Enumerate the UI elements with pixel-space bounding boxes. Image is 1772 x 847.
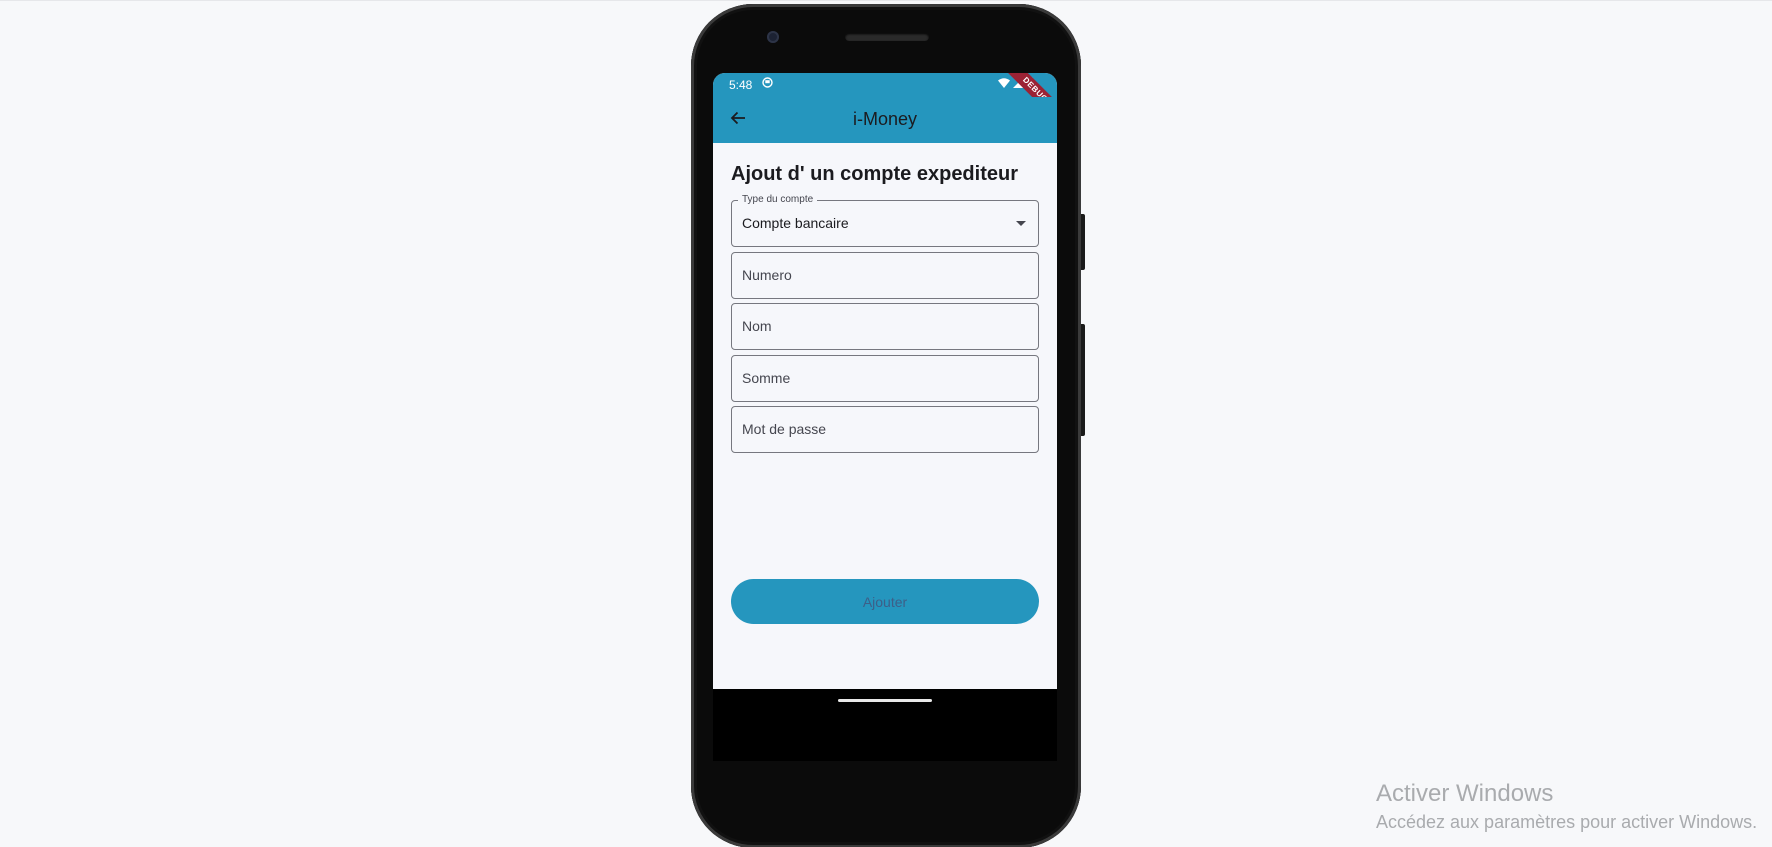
phone-screen: 5:48 DEBUG i-Money Ajout d' un compte ex…	[713, 73, 1057, 761]
account-type-label: Type du compte	[738, 194, 818, 205]
password-placeholder: Mot de passe	[742, 421, 827, 437]
somme-placeholder: Somme	[742, 370, 791, 386]
wifi-icon	[998, 77, 1010, 91]
status-bar: 5:48 DEBUG	[713, 73, 1057, 131]
page-title: Ajout d' un compte expediteur	[731, 163, 1018, 185]
account-type-dropdown[interactable]: Type du compte Compte bancaire	[731, 194, 1039, 247]
app-bar: i-Money	[713, 97, 1057, 143]
desktop-background: 5:48 DEBUG i-Money Ajout d' un compte ex…	[0, 0, 1772, 847]
watermark-title: Activer Windows	[1376, 780, 1554, 807]
nom-placeholder: Nom	[742, 318, 772, 334]
password-field[interactable]: Mot de passe	[731, 406, 1039, 453]
numero-placeholder: Numero	[742, 267, 792, 283]
add-button[interactable]: Ajouter	[731, 579, 1039, 624]
app-title: i-Money	[852, 109, 918, 129]
home-indicator[interactable]	[838, 699, 932, 702]
windows-activation-watermark: Activer Windows Accédez aux paramètres p…	[1376, 780, 1757, 833]
phone-speaker	[845, 33, 929, 41]
nom-field[interactable]: Nom	[731, 303, 1039, 350]
numero-field[interactable]: Numero	[731, 252, 1039, 299]
navigation-bar	[713, 689, 1057, 761]
watermark-subtitle: Accédez aux paramètres pour activer Wind…	[1376, 812, 1758, 832]
notification-icon	[762, 77, 773, 91]
app-window: 5:48 DEBUG i-Money Ajout d' un compte ex…	[713, 73, 1057, 761]
caret-down-icon	[1016, 221, 1026, 226]
status-time: 5:48	[729, 78, 753, 92]
account-type-value: Compte bancaire	[742, 215, 849, 231]
somme-field[interactable]: Somme	[731, 355, 1039, 402]
phone-camera	[767, 31, 779, 43]
